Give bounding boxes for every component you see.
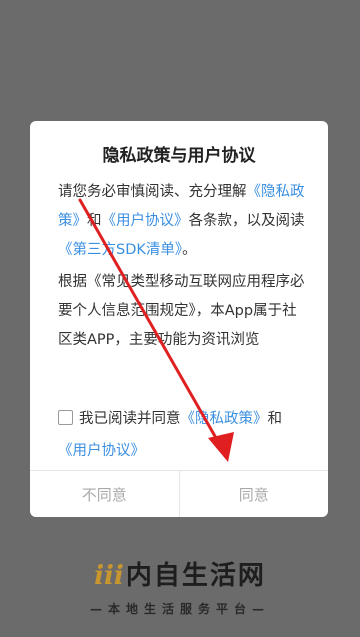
agree-row: 我已阅读并同意《隐私政策》和《用户协议》 (58, 403, 310, 467)
intro-text-1: 请您务必审慎阅读、充分理解 (58, 184, 247, 200)
dialog-buttons: 不同意 同意 (30, 470, 328, 517)
privacy-dialog: 隐私政策与用户协议 请您务必审慎阅读、充分理解《隐私政策》和《用户协议》各条款，… (30, 121, 328, 517)
sdk-list-link[interactable]: 《第三方SDK清单》 (58, 242, 182, 258)
brand-logo: iii内自生活网 (0, 555, 360, 592)
regulation-paragraph: 根据《常见类型移动互联网应用程序必要个人信息范围规定》，本App属于社区类APP… (58, 274, 305, 348)
intro-and: 和 (87, 213, 102, 229)
agree-prefix: 我已阅读并同意 (79, 411, 181, 427)
intro-text-2: 各条款，以及阅读 (188, 213, 305, 229)
user-agreement-link[interactable]: 《用户协议》 (102, 213, 189, 229)
agree-and: 和 (267, 411, 283, 427)
agree-user-link[interactable]: 《用户协议》 (58, 443, 145, 459)
dialog-title: 隐私政策与用户协议 (102, 146, 256, 166)
disagree-button[interactable]: 不同意 (30, 471, 179, 517)
brand-footer: iii内自生活网 —本地生活服务平台— (0, 555, 360, 617)
brand-slogan: —本地生活服务平台— (89, 602, 270, 616)
brand-mark-icon: iii (94, 561, 124, 591)
intro-paragraph: 请您务必审慎阅读、充分理解《隐私政策》和《用户协议》各条款，以及阅读《第三方SD… (58, 178, 306, 265)
agree-checkbox[interactable] (58, 410, 73, 425)
agree-button[interactable]: 同意 (178, 471, 329, 517)
dialog-body: 请您务必审慎阅读、充分理解《隐私政策》和《用户协议》各条款，以及阅读《第三方SD… (58, 178, 306, 383)
intro-end: 。 (182, 242, 197, 258)
brand-name: 内自生活网 (125, 561, 266, 591)
agree-privacy-link[interactable]: 《隐私政策》 (181, 411, 268, 427)
